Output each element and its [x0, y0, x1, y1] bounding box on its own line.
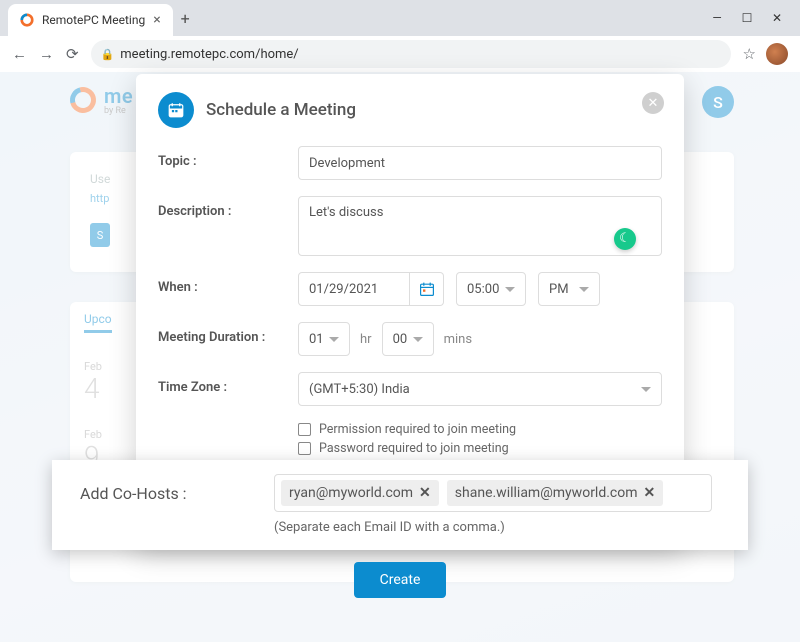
profile-avatar[interactable]	[766, 43, 788, 65]
description-text: Let's discuss	[309, 205, 383, 220]
create-button[interactable]: Create	[354, 562, 447, 598]
duration-label: Meeting Duration :	[158, 322, 298, 345]
description-label: Description :	[158, 196, 298, 219]
remove-cohost-icon[interactable]: ✕	[419, 485, 431, 501]
when-label: When :	[158, 272, 298, 295]
timezone-label: Time Zone :	[158, 372, 298, 395]
maximize-button[interactable]: ☐	[740, 11, 754, 25]
reload-button[interactable]: ⟳	[66, 45, 79, 63]
tab-title: RemotePC Meeting	[42, 13, 145, 27]
calendar-icon	[158, 92, 194, 128]
browser-tab[interactable]: RemotePC Meeting ×	[8, 4, 173, 36]
browser-chrome: RemotePC Meeting × + — ☐ ✕ ← → ⟳ 🔒 meeti…	[0, 0, 800, 73]
add-cohosts-panel: Add Co-Hosts : ryan@myworld.com ✕ shane.…	[52, 460, 748, 550]
remove-cohost-icon[interactable]: ✕	[644, 485, 656, 501]
bookmark-icon[interactable]: ☆	[743, 45, 756, 63]
back-button[interactable]: ←	[12, 45, 27, 63]
tab-bar: RemotePC Meeting × + — ☐ ✕	[0, 0, 800, 36]
ampm-select[interactable]: PM	[538, 272, 600, 306]
cohost-email: ryan@myworld.com	[289, 485, 413, 501]
url-field[interactable]: 🔒 meeting.remotepc.com/home/	[91, 40, 731, 68]
cohost-chip: shane.william@myworld.com ✕	[447, 480, 663, 506]
forward-button[interactable]: →	[39, 45, 54, 63]
permission-checkbox[interactable]	[298, 423, 311, 436]
new-tab-button[interactable]: +	[181, 9, 190, 28]
cohost-email: shane.william@myworld.com	[455, 485, 638, 501]
password-checkbox[interactable]	[298, 442, 311, 455]
create-button-row: Create	[0, 562, 800, 598]
time-select[interactable]: 05:00	[456, 272, 526, 306]
duration-hours-select[interactable]: 01	[298, 322, 350, 356]
date-picker-icon[interactable]	[410, 272, 444, 306]
mins-label: mins	[444, 332, 472, 347]
cohost-chip: ryan@myworld.com ✕	[281, 480, 439, 506]
permission-label: Permission required to join meeting	[319, 422, 516, 437]
cohosts-hint: (Separate each Email ID with a comma.)	[274, 520, 712, 535]
minimize-button[interactable]: —	[710, 11, 724, 25]
date-input[interactable]: 01/29/2021	[298, 272, 410, 306]
close-window-button[interactable]: ✕	[770, 11, 784, 25]
modal-title: Schedule a Meeting	[206, 100, 356, 120]
description-input[interactable]: Let's discuss	[298, 196, 662, 256]
topic-input[interactable]	[298, 146, 662, 180]
timezone-select[interactable]: (GMT+5:30) India	[298, 372, 662, 406]
close-tab-icon[interactable]: ×	[153, 12, 160, 28]
topic-label: Topic :	[158, 146, 298, 169]
password-label: Password required to join meeting	[319, 441, 509, 456]
url-text: meeting.remotepc.com/home/	[120, 47, 298, 62]
moon-fab-icon[interactable]	[614, 228, 636, 250]
duration-mins-select[interactable]: 00	[382, 322, 434, 356]
hr-label: hr	[360, 332, 372, 347]
lock-icon: 🔒	[101, 48, 115, 61]
cohosts-label: Add Co-Hosts :	[80, 484, 250, 503]
address-bar: ← → ⟳ 🔒 meeting.remotepc.com/home/ ☆	[0, 36, 800, 72]
favicon	[20, 13, 34, 27]
modal-close-button[interactable]: ✕	[642, 92, 664, 114]
cohosts-input[interactable]: ryan@myworld.com ✕ shane.william@myworld…	[274, 474, 712, 512]
window-controls: — ☐ ✕	[702, 11, 792, 25]
